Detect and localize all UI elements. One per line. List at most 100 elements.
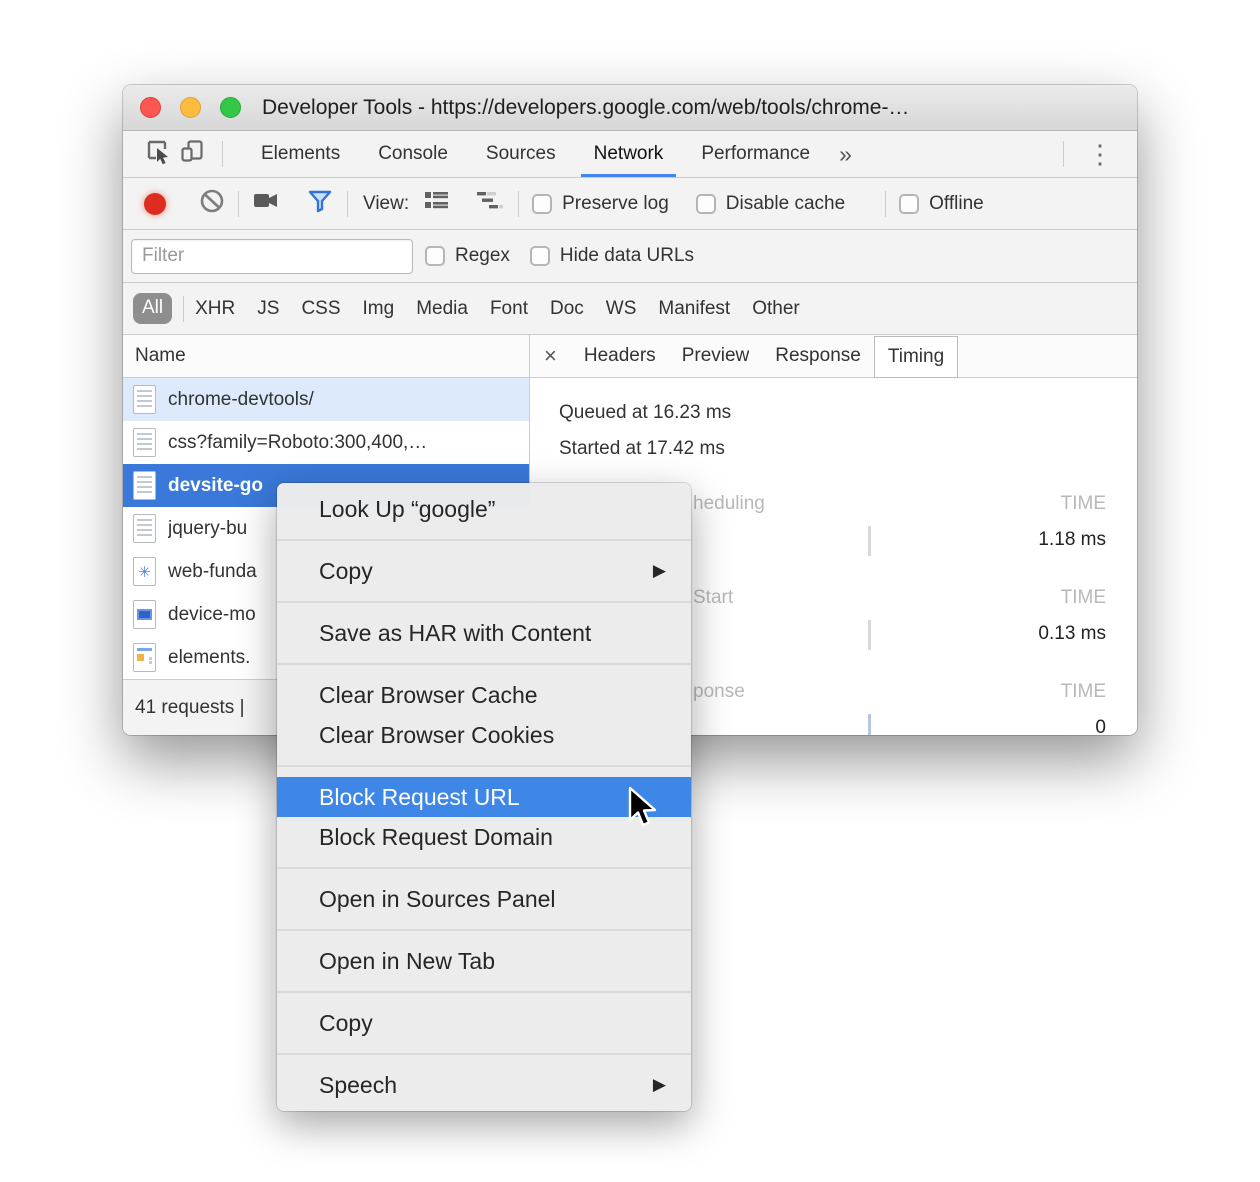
network-toolbar: View: Preserve log Disable cache Offline bbox=[123, 178, 1137, 230]
waterfall-toggle-button[interactable] bbox=[475, 189, 505, 219]
record-button[interactable] bbox=[144, 192, 166, 215]
script-icon bbox=[133, 514, 156, 543]
large-rows-toggle-button[interactable] bbox=[423, 189, 451, 219]
minimize-window-button[interactable] bbox=[180, 97, 201, 118]
close-icon[interactable]: × bbox=[544, 343, 557, 369]
type-filter-css[interactable]: CSS bbox=[301, 298, 340, 320]
tab-headers[interactable]: Headers bbox=[571, 335, 669, 378]
clear-icon bbox=[199, 188, 225, 220]
type-filter-font[interactable]: Font bbox=[490, 298, 528, 320]
webpage-icon bbox=[133, 643, 156, 672]
inspect-cursor-icon bbox=[145, 138, 172, 170]
filter-input[interactable] bbox=[131, 238, 413, 274]
filter-bar: Regex Hide data URLs bbox=[123, 230, 1137, 283]
type-filter-ws[interactable]: WS bbox=[606, 298, 637, 320]
image-icon bbox=[133, 600, 156, 629]
tab-timing[interactable]: Timing bbox=[873, 335, 959, 378]
preserve-log-checkbox[interactable] bbox=[532, 193, 553, 214]
timing-value: 1.18 ms bbox=[1038, 529, 1106, 550]
menu-item-copy-submenu[interactable]: Copy ▶ bbox=[277, 551, 691, 591]
menu-item-clear-browser-cookies[interactable]: Clear Browser Cookies bbox=[277, 715, 691, 755]
queued-at-text: Queued at 16.23 ms bbox=[559, 402, 732, 423]
type-filter-all[interactable]: All bbox=[133, 293, 173, 324]
menu-separator bbox=[277, 991, 691, 993]
view-label: View: bbox=[363, 192, 410, 214]
menu-separator bbox=[277, 929, 691, 931]
divider bbox=[885, 190, 887, 217]
menu-separator bbox=[277, 539, 691, 541]
disable-cache-label: Disable cache bbox=[725, 192, 846, 214]
divider bbox=[347, 190, 348, 217]
window-title: Developer Tools - https://developers.goo… bbox=[262, 95, 910, 119]
menu-separator bbox=[277, 765, 691, 767]
device-toolbar-button[interactable] bbox=[175, 137, 209, 171]
tab-elements[interactable]: Elements bbox=[242, 131, 359, 177]
section-label-response: ponse bbox=[693, 681, 745, 702]
filter-toggle-button[interactable] bbox=[306, 187, 334, 221]
section-label-connection-start: Start bbox=[693, 587, 734, 608]
type-filter-other[interactable]: Other bbox=[752, 298, 800, 320]
divider bbox=[222, 141, 223, 167]
camera-icon bbox=[252, 189, 280, 219]
clear-button[interactable] bbox=[199, 188, 225, 220]
menu-separator bbox=[277, 867, 691, 869]
name-column-header[interactable]: Name bbox=[123, 335, 529, 378]
disable-cache-control: Disable cache bbox=[695, 192, 846, 215]
hide-data-urls-checkbox[interactable] bbox=[529, 246, 550, 266]
offline-label: Offline bbox=[929, 192, 984, 214]
type-filter-doc[interactable]: Doc bbox=[550, 298, 584, 320]
zoom-window-button[interactable] bbox=[220, 97, 241, 118]
table-row[interactable]: css?family=Roboto:300,400,… bbox=[123, 421, 529, 464]
type-filter-xhr[interactable]: XHR bbox=[195, 298, 235, 320]
menu-item-clear-browser-cache[interactable]: Clear Browser Cache bbox=[277, 675, 691, 715]
menu-item-look-up[interactable]: Look Up “google” bbox=[277, 489, 691, 529]
divider bbox=[183, 295, 185, 322]
started-at-text: Started at 17.42 ms bbox=[559, 438, 725, 459]
submenu-arrow-icon: ▶ bbox=[652, 561, 666, 580]
disable-cache-checkbox[interactable] bbox=[695, 193, 716, 214]
device-toolbar-icon bbox=[179, 138, 206, 170]
offline-checkbox[interactable] bbox=[899, 193, 920, 214]
menu-item-save-har[interactable]: Save as HAR with Content bbox=[277, 613, 691, 653]
menu-item-copy[interactable]: Copy bbox=[277, 1003, 691, 1043]
tab-sources[interactable]: Sources bbox=[467, 131, 575, 177]
tab-preview[interactable]: Preview bbox=[669, 335, 763, 378]
regex-control: Regex bbox=[425, 245, 510, 267]
waterfall-icon bbox=[475, 189, 505, 219]
titlebar: Developer Tools - https://developers.goo… bbox=[123, 85, 1137, 131]
stylesheet-icon: ✳ bbox=[133, 557, 156, 586]
tab-response[interactable]: Response bbox=[762, 335, 874, 378]
traffic-lights bbox=[140, 97, 241, 118]
regex-checkbox[interactable] bbox=[425, 246, 445, 266]
menu-item-open-in-new-tab[interactable]: Open in New Tab bbox=[277, 941, 691, 981]
list-view-icon bbox=[423, 189, 451, 219]
resource-type-filters: All XHR JS CSS Img Media Font Doc WS Man… bbox=[123, 283, 1137, 335]
more-tabs-chevron[interactable]: » bbox=[839, 141, 852, 168]
capture-screenshots-button[interactable] bbox=[252, 189, 280, 219]
time-column-header: TIME bbox=[1060, 587, 1106, 608]
inspect-element-button[interactable] bbox=[141, 137, 175, 171]
devtools-menu-button[interactable]: ⋮ bbox=[1077, 141, 1123, 167]
type-filter-manifest[interactable]: Manifest bbox=[658, 298, 730, 320]
type-filter-js[interactable]: JS bbox=[257, 298, 279, 320]
menu-item-open-in-sources-panel[interactable]: Open in Sources Panel bbox=[277, 879, 691, 919]
waterfall-bar bbox=[868, 526, 871, 556]
menu-item-speech-submenu[interactable]: Speech ▶ bbox=[277, 1065, 691, 1105]
tab-console[interactable]: Console bbox=[359, 131, 467, 177]
timing-value: 0 bbox=[1095, 717, 1106, 735]
divider bbox=[518, 190, 520, 217]
panel-tabs: Elements Console Sources Network Perform… bbox=[242, 131, 829, 177]
tab-network[interactable]: Network bbox=[575, 131, 683, 177]
section-label-scheduling: heduling bbox=[693, 493, 765, 514]
document-icon bbox=[133, 471, 156, 500]
type-filter-img[interactable]: Img bbox=[363, 298, 395, 320]
hide-data-urls-label: Hide data URLs bbox=[559, 245, 695, 266]
tab-performance[interactable]: Performance bbox=[682, 131, 829, 177]
request-count: 41 requests | bbox=[135, 696, 245, 718]
divider bbox=[238, 190, 239, 217]
detail-panel-tabs: × Headers Preview Response Timing bbox=[530, 335, 1137, 378]
devtools-tabbar: Elements Console Sources Network Perform… bbox=[123, 131, 1137, 178]
table-row[interactable]: chrome-devtools/ bbox=[123, 378, 529, 421]
close-window-button[interactable] bbox=[140, 97, 161, 118]
type-filter-media[interactable]: Media bbox=[416, 298, 468, 320]
